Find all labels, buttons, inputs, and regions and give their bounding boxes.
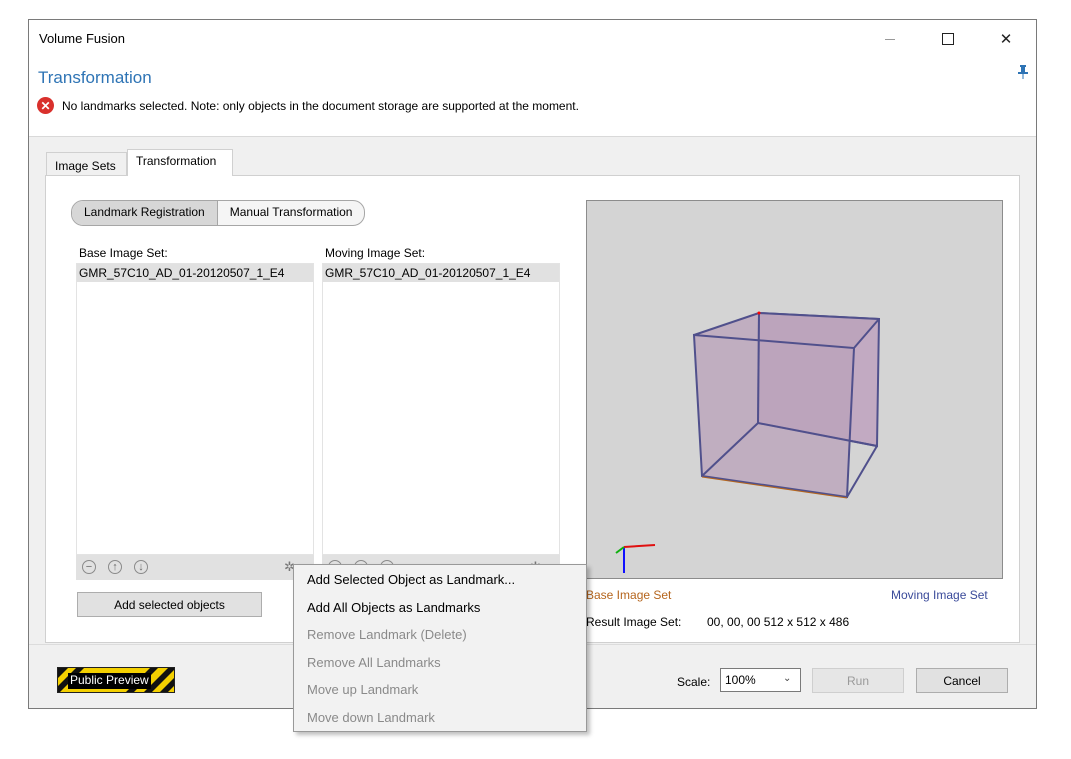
minimize-icon [885, 38, 895, 40]
chevron-down-icon: ⌄ [783, 673, 792, 684]
axes-gizmo-icon [615, 544, 656, 573]
minimize-button[interactable] [867, 20, 913, 58]
bounding-box-render [615, 311, 881, 573]
base-image-set-label: Base Image Set: [79, 246, 168, 260]
landmark-registration-option[interactable]: Landmark Registration [72, 201, 218, 225]
button-label: Add selected objects [114, 597, 225, 612]
result-image-set-value: 00, 00, 00 512 x 512 x 486 [707, 615, 850, 629]
moving-image-set-legend: Moving Image Set [891, 588, 988, 602]
arrow-down-circle-icon[interactable]: ↓ [134, 560, 148, 574]
scale-label: Scale: [677, 675, 711, 689]
maximize-icon [942, 33, 954, 45]
scale-dropdown[interactable]: 100% ⌄ [720, 668, 801, 692]
error-icon: ✕ [37, 97, 54, 114]
close-icon: ✕ [999, 31, 1013, 48]
tab-label: Transformation [136, 154, 217, 168]
run-button[interactable]: Run [812, 668, 904, 693]
arrow-up-circle-icon[interactable]: ↑ [108, 560, 122, 574]
landmark-context-menu: Add Selected Object as Landmark... Add A… [293, 564, 587, 732]
public-preview-badge: Public Preview [57, 667, 175, 693]
moving-image-set-list[interactable]: GMR_57C10_AD_01-20120507_1_E4 [322, 263, 560, 555]
maximize-button[interactable] [925, 20, 971, 58]
minus-circle-icon[interactable]: − [82, 560, 96, 574]
list-item[interactable]: GMR_57C10_AD_01-20120507_1_E4 [77, 264, 313, 282]
menu-item-remove-all-landmarks[interactable]: Remove All Landmarks [307, 655, 441, 670]
error-message: No landmarks selected. Note: only object… [62, 99, 579, 113]
cancel-button[interactable]: Cancel [916, 668, 1008, 693]
button-label: Cancel [943, 673, 981, 688]
scale-value: 100% [725, 673, 756, 687]
manual-transformation-option[interactable]: Manual Transformation [218, 201, 365, 225]
menu-item-move-up-landmark[interactable]: Move up Landmark [307, 682, 418, 697]
list-item[interactable]: GMR_57C10_AD_01-20120507_1_E4 [323, 264, 559, 282]
tab-label: Image Sets [55, 159, 116, 173]
tab-image-sets[interactable]: Image Sets [46, 152, 127, 176]
close-button[interactable]: ✕ [983, 20, 1029, 58]
public-preview-label: Public Preview [68, 673, 151, 689]
3d-viewport[interactable] [586, 200, 1003, 579]
menu-item-add-selected-landmark[interactable]: Add Selected Object as Landmark... [307, 572, 515, 587]
add-selected-objects-button[interactable]: Add selected objects [77, 592, 262, 617]
window-title: Volume Fusion [39, 31, 125, 46]
result-image-set-label: Result Image Set: [586, 615, 682, 629]
pin-icon[interactable] [1017, 65, 1029, 82]
tab-transformation[interactable]: Transformation [127, 149, 233, 176]
base-image-set-legend: Base Image Set [586, 588, 672, 602]
menu-item-move-down-landmark[interactable]: Move down Landmark [307, 710, 435, 725]
moving-image-set-label: Moving Image Set: [325, 246, 426, 260]
page-title: Transformation [38, 68, 152, 87]
button-label: Run [846, 673, 869, 688]
registration-mode-toggle: Landmark Registration Manual Transformat… [71, 200, 366, 226]
base-image-set-list[interactable]: GMR_57C10_AD_01-20120507_1_E4 [76, 263, 314, 555]
base-list-toolbar: − ↑ ↓ ✲ [76, 555, 314, 580]
menu-item-remove-landmark[interactable]: Remove Landmark (Delete) [307, 627, 467, 642]
menu-item-add-all-landmarks[interactable]: Add All Objects as Landmarks [307, 600, 480, 615]
title-bar: Volume Fusion ✕ [29, 20, 1036, 58]
